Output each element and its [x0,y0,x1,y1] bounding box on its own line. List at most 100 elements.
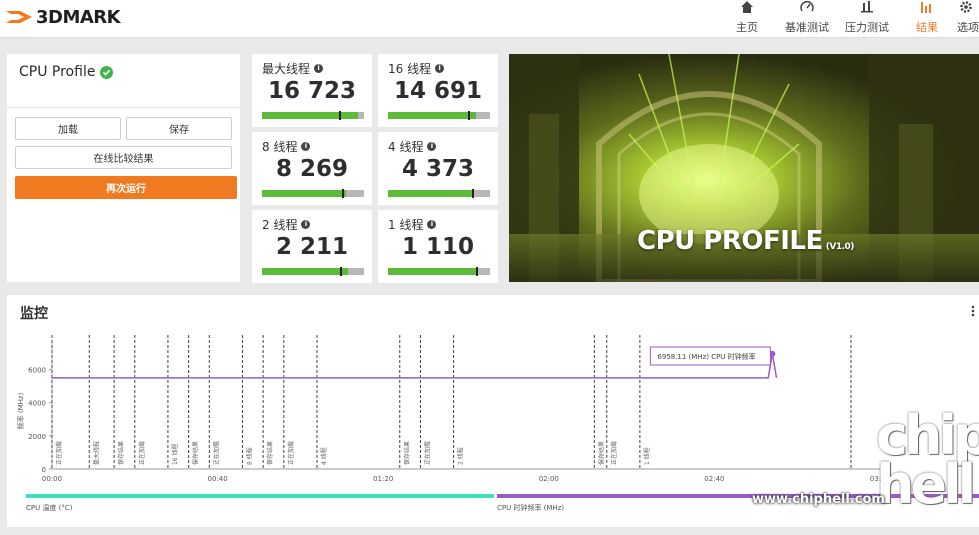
nav-benchmarks[interactable]: 基准测试 [777,0,837,38]
y-axis-label: 频率 (MHz) [16,392,25,429]
score-bar-fill [262,112,358,119]
gauge-icon [800,1,814,12]
event-marker-label: 保存结果 [266,441,274,465]
score-label: 最大线程 i [262,60,324,77]
y-tick-label: 0 [42,466,46,474]
score-label: 16 线程 i [388,60,445,77]
stress-chart-icon [861,1,873,13]
score-label: 1 线程 i [388,216,437,233]
event-marker-label: 8 线程 [245,447,253,465]
nav-stress[interactable]: 压力测试 [837,0,897,38]
score-bar-fill [388,190,474,197]
score-card: 最大线程 i 16 723 [252,54,372,127]
top-bar: 3DMARK 主页 基准测试 压力测试 结果 选项 [0,0,979,38]
3dmark-logo-icon [6,11,32,23]
x-tick-label: 02:00 [539,475,559,483]
score-bar-fill [388,268,476,275]
score-card: 2 线程 i 2 211 [252,210,372,283]
score-card: 1 线程 i 1 110 [378,210,498,283]
score-bar-marker [339,267,342,276]
legend-temp-label: CPU 温度 (°C) [26,504,73,512]
event-marker-label: 正在加载 [212,441,220,465]
legend-clock-label: CPU 时钟频率 (MHz) [497,504,565,512]
info-icon[interactable]: i [301,220,311,229]
info-icon[interactable]: i [427,142,437,151]
test-name: CPU Profile [19,64,96,80]
score-card: 16 线程 i 14 691 [378,54,498,127]
nav-stress-label: 压力测试 [845,21,889,34]
info-icon[interactable]: i [314,64,324,73]
event-marker-label: 最大线程 [92,441,100,465]
event-marker-label: 16 线程 [171,443,179,465]
x-tick-label: 02:40 [704,475,724,483]
x-tick-label: 00:40 [208,475,228,483]
legend-temp-line[interactable] [26,494,494,498]
score-bar-marker [475,267,478,276]
nav-home[interactable]: 主页 [717,0,777,38]
event-marker-label: 2 线程 [457,447,465,465]
event-marker-label: 1 线程 [643,447,651,465]
event-marker-label: 保存结果 [597,441,605,465]
load-button[interactable]: 加载 [15,117,121,140]
nav-home-label: 主页 [736,21,758,34]
hero-version: (V1.0) [825,242,855,252]
y-tick-label: 6000 [28,367,46,375]
score-card: 8 线程 i 8 269 [252,132,372,205]
score-bar [262,189,364,198]
nav-results[interactable]: 结果 [897,0,957,38]
score-bar-marker [341,189,344,198]
event-marker-label: 正在加载 [138,441,146,465]
tooltip-text: 6958.11 (MHz) CPU 时钟频率 [657,352,755,361]
x-tick-label: 00:00 [42,475,62,483]
event-marker-label: 正在加载 [287,441,295,465]
nav-results-label: 结果 [916,21,938,34]
score-bar-fill [262,190,346,197]
check-icon [100,65,114,79]
event-marker-label: 4 线程 [320,447,328,465]
hero-image: CPU PROFILE (V1.0) [509,54,979,282]
score-bar [262,111,364,120]
y-tick-label: 2000 [28,433,46,441]
event-marker-label: 保存结果 [192,441,200,465]
info-icon[interactable]: i [435,64,445,73]
test-panel: CPU Profile 加载 保存 在线比较结果 再次运行 [7,54,240,282]
score-value: 2 211 [275,234,349,260]
hero-title: CPU PROFILE (V1.0) [637,226,854,256]
score-label: 4 线程 i [388,138,437,155]
event-marker-label: 保存结果 [403,441,411,465]
nav-benchmarks-label: 基准测试 [785,21,829,34]
info-icon[interactable]: i [427,220,437,229]
score-value: 16 723 [267,78,357,104]
score-bar [388,189,490,198]
event-marker-label: 正在加载 [423,441,431,465]
score-card: 4 线程 i 4 373 [378,132,498,205]
score-bar-marker [467,111,470,120]
event-marker-label: 保存结果 [117,441,125,465]
score-label: 2 线程 i [262,216,311,233]
y-tick-label: 4000 [28,400,46,408]
score-value: 4 373 [401,156,475,182]
nav-options[interactable]: 选项 [957,0,979,38]
logo-text: 3DMARK [36,6,121,28]
app-logo[interactable]: 3DMARK [6,6,121,28]
compare-online-button[interactable]: 在线比较结果 [15,146,232,169]
score-bar [388,111,490,120]
main-nav: 主页 基准测试 压力测试 结果 选项 [717,0,979,38]
x-tick-label: 01:20 [373,475,393,483]
score-value: 8 269 [275,156,349,182]
panel-title: CPU Profile [19,64,114,80]
gear-icon [960,1,972,13]
info-icon[interactable]: i [301,142,311,151]
score-bar [388,267,490,276]
save-button[interactable]: 保存 [126,117,232,140]
monitor-chart: 0 2000 4000 6000 频率 (MHz) 00:00 00:40 01:20 02:0… [16,335,890,483]
watermark-url: www.chiphell.com [752,492,885,507]
nav-options-label: 选项 [957,21,979,34]
run-again-button[interactable]: 再次运行 [15,176,237,199]
event-marker-label: 正在加载 [610,441,618,465]
score-bar-marker [471,189,474,198]
divider [7,107,240,108]
watermark-logo: chip hell [876,404,979,516]
score-label: 8 线程 i [262,138,311,155]
event-marker-label: 正在加载 [55,441,63,465]
